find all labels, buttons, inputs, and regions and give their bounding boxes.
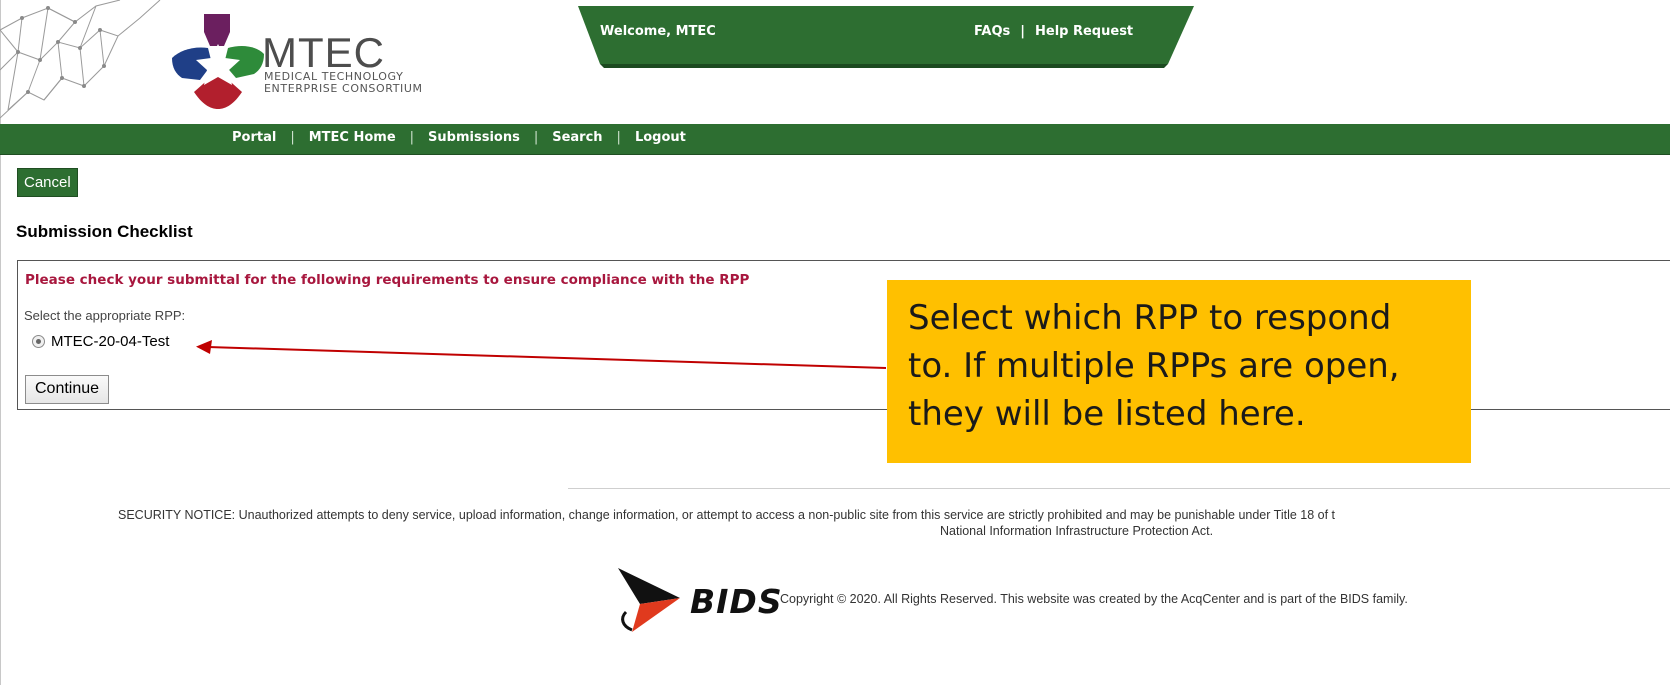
mtec-logo[interactable]: MTEC MEDICAL TECHNOLOGY ENTERPRISE CONSO… <box>172 14 472 109</box>
brand-subtitle: MEDICAL TECHNOLOGY ENTERPRISE CONSORTIUM <box>264 71 423 95</box>
help-request-link[interactable]: Help Request <box>1035 24 1133 39</box>
page-title: Submission Checklist <box>16 222 193 241</box>
nav-items: Portal | MTEC Home | Submissions | Search | Logo… <box>232 130 686 145</box>
nav-separator: | <box>533 130 539 145</box>
callout-line: they will be listed here. <box>908 394 1306 434</box>
faqs-link[interactable]: FAQs <box>974 24 1010 39</box>
network-graphic-icon <box>0 0 161 119</box>
top-links: FAQs | Help Request <box>974 24 1133 39</box>
annotation-arrow-icon <box>196 340 886 369</box>
mtec-star-logo-icon <box>172 14 264 109</box>
rpp-radio-button[interactable] <box>32 335 45 348</box>
welcome-text: Welcome, MTEC <box>600 24 716 39</box>
callout-line: Select which RPP to respond <box>908 298 1392 338</box>
rpp-select-label: Select the appropriate RPP: <box>24 308 186 323</box>
rpp-option[interactable]: MTEC-20-04-Test <box>32 333 169 350</box>
nav-portal[interactable]: Portal <box>232 130 276 145</box>
nav-separator: | <box>290 130 295 145</box>
rpp-option-label[interactable]: MTEC-20-04-Test <box>51 333 169 350</box>
nav-separator: | <box>409 130 415 145</box>
callout-line: to. If multiple RPPs are open, <box>908 346 1400 386</box>
nav-separator: | <box>616 130 621 145</box>
brand-name: MTEC <box>262 29 385 76</box>
security-notice-line1: SECURITY NOTICE: Unauthorized attempts t… <box>118 508 1336 522</box>
nav-logout[interactable]: Logout <box>635 130 686 145</box>
annotation-callout: Select which RPP to respond to. If multi… <box>887 280 1471 463</box>
footer-divider <box>568 488 1670 489</box>
brand-subtitle-line2: ENTERPRISE CONSORTIUM <box>264 82 423 95</box>
copyright-text: Copyright © 2020. All Rights Reserved. T… <box>780 592 1408 606</box>
site-header: MTEC MEDICAL TECHNOLOGY ENTERPRISE CONSO… <box>0 0 1670 155</box>
main-nav: Portal | MTEC Home | Submissions | Search | Logo… <box>0 124 1670 155</box>
top-links-separator: | <box>1020 24 1025 39</box>
bids-logo-text: BIDS <box>690 582 783 621</box>
cancel-button[interactable]: Cancel <box>17 168 78 197</box>
nav-search[interactable]: Search <box>552 130 602 145</box>
panel-heading: Please check your submittal for the foll… <box>25 272 750 288</box>
nav-submissions[interactable]: Submissions <box>428 130 520 145</box>
nav-mtec-home[interactable]: MTEC Home <box>309 130 396 145</box>
security-notice-line2: National Information Infrastructure Prot… <box>940 524 1214 538</box>
continue-button[interactable]: Continue <box>25 375 110 404</box>
